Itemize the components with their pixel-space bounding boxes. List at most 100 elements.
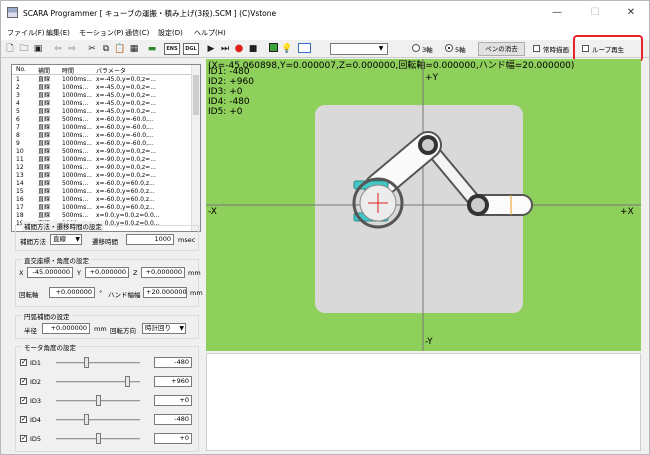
menu-comm[interactable]: 通信(C) (125, 28, 149, 38)
open-file-icon[interactable]: 🗀 (18, 43, 30, 55)
motor-checkbox[interactable] (20, 415, 27, 423)
plug-icon[interactable]: ▬ (146, 43, 158, 55)
cut-icon[interactable]: ✂ (86, 43, 98, 55)
col-time[interactable]: 時間 (62, 66, 74, 75)
row-time: 1000ms... (62, 140, 92, 147)
copy-icon[interactable]: ⧉ (100, 43, 112, 55)
y-field[interactable]: +0.000000 (85, 267, 129, 278)
play-all-icon[interactable]: ⏭ (219, 43, 231, 55)
table-row[interactable]: 2 直線 100ms... x=-45.0,y=0.0,z=... (12, 84, 192, 92)
motor-slider-thumb[interactable] (96, 433, 101, 444)
graph-icon[interactable] (297, 43, 311, 55)
table-row[interactable]: 13 直線 1000ms... x=-90.0,y=0.0,z=... (12, 172, 192, 180)
motor-checkbox[interactable] (20, 377, 27, 385)
chevron-down-icon: ▼ (179, 325, 184, 332)
motor-value-field[interactable]: -480 (154, 414, 192, 425)
dgl-button[interactable]: DGL (183, 43, 199, 55)
record-icon[interactable]: ● (233, 43, 245, 55)
motor-value-field[interactable]: -480 (154, 357, 192, 368)
row-time: 100ms... (62, 84, 89, 91)
motor-label: ID2 (30, 378, 42, 386)
table-scrollbar[interactable] (191, 65, 200, 231)
row-interp: 直線 (38, 108, 51, 115)
ens-button[interactable]: ENS (164, 43, 180, 55)
axis3-radio[interactable] (412, 44, 420, 52)
motor-slider-track[interactable] (56, 419, 140, 421)
table-row[interactable]: 1 直線 1000ms... x=-45.0,y=0.0,z=... (12, 76, 192, 84)
hand-field[interactable]: +20.000000 (143, 287, 187, 298)
menu-settings[interactable]: 設定(D) (158, 28, 183, 38)
table-row[interactable]: 4 直線 100ms... x=-45.0,y=0.0,z=... (12, 100, 192, 108)
table-row[interactable]: 3 直線 1000ms... x=-45.0,y=0.0,z=... (12, 92, 192, 100)
table-row[interactable]: 14 直線 500ms... x=-60.0,y=60.0,z... (12, 180, 192, 188)
motor-slider-thumb[interactable] (84, 414, 89, 425)
clear-pen-button[interactable]: ペンの消去 (478, 42, 525, 56)
simulation-canvas[interactable]: (X=-45.060898,Y=0.000007,Z=0.000000,回転軸=… (206, 59, 641, 351)
maximize-button[interactable]: ☐ (577, 1, 613, 25)
play-icon[interactable]: ▶ (205, 43, 217, 55)
motor-value-field[interactable]: +960 (154, 376, 192, 387)
interp-method-select[interactable]: 直線 ▼ (50, 234, 82, 245)
dir-select[interactable]: 時計回り ▼ (142, 323, 186, 334)
new-file-icon[interactable]: 🗋 (4, 43, 16, 55)
motor-slider-thumb[interactable] (84, 357, 89, 368)
menu-file[interactable]: ファイル(F) (7, 28, 45, 38)
table-row[interactable]: 10 直線 500ms... x=-90.0,y=0.0,z=... (12, 148, 192, 156)
row-time: 1000ms... (62, 156, 92, 163)
radius-label: 半径 (24, 327, 37, 335)
paste-icon[interactable]: 📋 (114, 43, 126, 55)
motor-label: ID4 (30, 416, 42, 424)
col-no[interactable]: No. (16, 66, 26, 73)
bulb-icon[interactable]: 💡 (281, 43, 293, 55)
radius-field[interactable]: +0.000000 (42, 323, 90, 334)
x-field[interactable]: -45.000000 (27, 267, 73, 278)
row-param: x=-60.0,y=60.0,z... (96, 204, 155, 211)
green-square-icon[interactable] (267, 43, 279, 55)
menu-edit[interactable]: 編集(E) (46, 28, 70, 38)
motor-value-field[interactable]: +0 (154, 395, 192, 406)
table-row[interactable]: 9 直線 1000ms... x=-60.0,y=-60.0,... (12, 140, 192, 148)
save-icon[interactable]: ▣ (32, 43, 44, 55)
table-row[interactable]: 5 直線 1000ms... x=-45.0,y=0.0,z=... (12, 108, 192, 116)
rot-field[interactable]: +0.000000 (49, 287, 95, 298)
motor-slider-thumb[interactable] (125, 376, 130, 387)
table-row[interactable]: 16 直線 100ms... x=-60.0,y=60.0,z... (12, 196, 192, 204)
close-button[interactable]: ✕ (613, 1, 649, 25)
grid-icon[interactable]: ▦ (128, 43, 140, 55)
axis5-label: 5軸 (455, 46, 466, 54)
table-row[interactable]: 8 直線 100ms... x=-60.0,y=-60.0,... (12, 132, 192, 140)
row-param: x=-90.0,y=0.0,z=... (96, 172, 156, 179)
col-interp[interactable]: 補間 (38, 66, 50, 75)
table-row[interactable]: 15 直線 1000ms... x=-60.0,y=60.0,z... (12, 188, 192, 196)
robot-arm-drawing (206, 59, 641, 351)
motor-checkbox[interactable] (20, 434, 27, 442)
row-time: 1000ms... (62, 108, 92, 115)
z-field[interactable]: +0.000000 (141, 267, 185, 278)
scrollbar-thumb[interactable] (193, 75, 199, 115)
col-param[interactable]: パラメータ (96, 66, 126, 75)
motor-checkbox[interactable] (20, 396, 27, 404)
row-no: 8 (16, 132, 20, 139)
motor-label: ID5 (30, 435, 42, 443)
menu-motion[interactable]: モーション(P) (79, 28, 124, 38)
undo-icon[interactable]: ⇦ (52, 43, 64, 55)
motor-slider-track[interactable] (56, 362, 140, 364)
speed-select[interactable]: ▼ (330, 43, 388, 55)
table-row[interactable]: 11 直線 1000ms... x=-90.0,y=0.0,z=... (12, 156, 192, 164)
table-row[interactable]: 12 直線 100ms... x=-90.0,y=0.0,z=... (12, 164, 192, 172)
table-row[interactable]: 17 直線 1000ms... x=-60.0,y=60.0,z... (12, 204, 192, 212)
motor-value-field[interactable]: +0 (154, 433, 192, 444)
table-row[interactable]: 7 直線 1000ms... x=-60.0,y=-60.0,... (12, 124, 192, 132)
motor-slider-thumb[interactable] (96, 395, 101, 406)
axis5-radio[interactable] (445, 44, 453, 52)
interp-time-field[interactable]: 1000 (126, 234, 174, 245)
minimize-button[interactable]: — (539, 1, 575, 25)
redo-icon[interactable]: ⇨ (66, 43, 78, 55)
always-draw-checkbox[interactable] (533, 45, 540, 52)
motor-checkbox[interactable] (20, 358, 27, 366)
table-row[interactable]: 6 直線 500ms... x=-60.0,y=-60.0,... (12, 116, 192, 124)
stop-icon[interactable]: ■ (247, 43, 259, 55)
table-row[interactable]: 18 直線 500ms... x=0.0,y=0.0,z=0.0... (12, 212, 192, 220)
row-interp: 直線 (38, 92, 51, 99)
menu-help[interactable]: ヘルプ(H) (194, 28, 226, 38)
